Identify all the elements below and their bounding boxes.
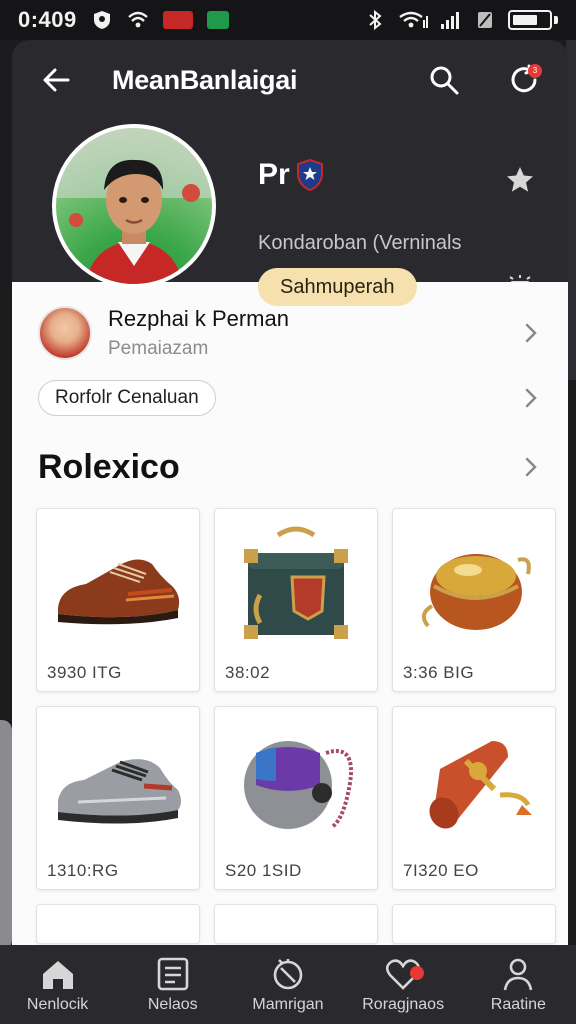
content-area: Rezphai k Perman Pemaiazam Rorfolr Cenal… — [12, 282, 568, 945]
nav-label: Roragjnaos — [362, 995, 445, 1013]
background-panel-left — [0, 720, 12, 950]
product-card[interactable]: 1310:RG — [36, 706, 200, 890]
user-name: Rezphai k Perman — [108, 306, 289, 331]
red-app-icon — [162, 11, 193, 29]
chevron-right-icon[interactable] — [520, 387, 542, 409]
chip-row: Rorfolr Cenaluan — [38, 378, 542, 418]
golden-pot-icon — [421, 554, 531, 630]
user-row[interactable]: Rezphai k Perman Pemaiazam — [38, 304, 542, 362]
profile-subtitle: Kondaroban (Verninals — [258, 232, 462, 254]
shield-badge-icon — [296, 159, 323, 191]
bottom-navigation: Nenlocik Nelaos Mamrigan Roragjnaos Raat… — [0, 945, 576, 1024]
nav-item-list[interactable]: Nelaos — [115, 956, 230, 1014]
user-icon — [504, 958, 533, 990]
product-card[interactable] — [214, 904, 378, 944]
section-header: Rolexico — [38, 442, 542, 492]
back-button[interactable] — [36, 60, 76, 100]
wifi-icon — [127, 11, 148, 28]
nav-label: Raatine — [490, 995, 546, 1013]
profile-photo — [56, 128, 212, 284]
wifi-signal-icon — [399, 11, 428, 28]
nav-label: Nenlocik — [26, 995, 89, 1013]
star-icon — [507, 167, 533, 192]
home-icon — [42, 960, 73, 989]
bluetooth-icon — [369, 10, 382, 30]
product-card[interactable]: 7I320 EO — [392, 706, 556, 890]
product-price: 1310:RG — [47, 861, 119, 880]
compass-icon — [273, 958, 303, 989]
battery-icon — [508, 10, 552, 30]
product-card[interactable] — [392, 904, 556, 944]
notification-badge: 3 — [528, 64, 542, 78]
product-price: 3930 ITG — [47, 663, 122, 682]
battery-tip — [554, 16, 558, 24]
chevron-right-icon[interactable] — [520, 456, 542, 478]
profile-header: Pr Kondaroban (Verninals Sahmuperah — [12, 120, 568, 306]
nav-label: Nelaos — [147, 995, 198, 1013]
product-card[interactable]: 3:36 BIG — [392, 508, 556, 692]
search-icon — [430, 66, 459, 95]
app-title: MeanBanlaigai — [112, 64, 298, 95]
status-time: 0:409 — [18, 7, 77, 32]
product-card[interactable]: S20 1SID — [214, 706, 378, 890]
app-header: MeanBanlaigai 3 — [12, 40, 568, 120]
profile-chip[interactable]: Rorfolr Cenaluan — [38, 380, 216, 416]
product-card[interactable]: 3930 ITG — [36, 508, 200, 692]
profile-avatar[interactable] — [52, 124, 216, 288]
treasure-chest-icon — [244, 526, 348, 639]
nav-item-home[interactable]: Nenlocik — [0, 956, 115, 1014]
product-price: 3:36 BIG — [403, 663, 475, 682]
shield-status-icon — [93, 11, 110, 29]
user-handle: Pemaiazam — [108, 338, 209, 359]
sneaker-icon — [58, 759, 181, 824]
cell-signal-icon — [441, 12, 459, 29]
scroll-bundle-icon — [429, 741, 532, 829]
notification-dot — [409, 965, 424, 980]
product-card[interactable]: 38:02 — [214, 508, 378, 692]
notification-button[interactable]: 3 — [504, 60, 544, 100]
user-avatar — [38, 306, 92, 360]
subscribe-button[interactable]: Sahmuperah — [258, 268, 417, 306]
product-price: 7I320 EO — [403, 861, 479, 880]
section-title: Rolexico — [38, 447, 180, 486]
app-sheet: MeanBanlaigai 3 Pr Kondaroban (Verninals… — [12, 40, 568, 945]
arrow-left-icon — [43, 68, 70, 92]
chevron-right-icon — [525, 323, 537, 343]
search-button[interactable] — [424, 60, 464, 100]
product-price: 38:02 — [225, 663, 271, 682]
green-app-icon — [206, 11, 229, 29]
nav-item-profile[interactable]: Raatine — [461, 956, 576, 1014]
sim-icon — [478, 12, 492, 28]
nav-item-compass[interactable]: Mamrigan — [230, 956, 345, 1014]
nav-label: Mamrigan — [252, 995, 324, 1013]
profile-name: Pr — [258, 158, 290, 191]
metal-orb-icon — [244, 741, 353, 829]
product-card[interactable] — [36, 904, 200, 944]
nav-item-favorites[interactable]: Roragjnaos — [346, 956, 461, 1014]
favorite-button[interactable] — [500, 160, 540, 200]
product-price: S20 1SID — [225, 861, 302, 880]
list-icon — [157, 957, 189, 990]
product-grid: 3930 ITG 38:02 3:36 BIG 1310:RG S20 1SID… — [36, 508, 556, 944]
status-bar: 0:409 — [0, 0, 576, 40]
leather-shoe-icon — [58, 559, 180, 625]
